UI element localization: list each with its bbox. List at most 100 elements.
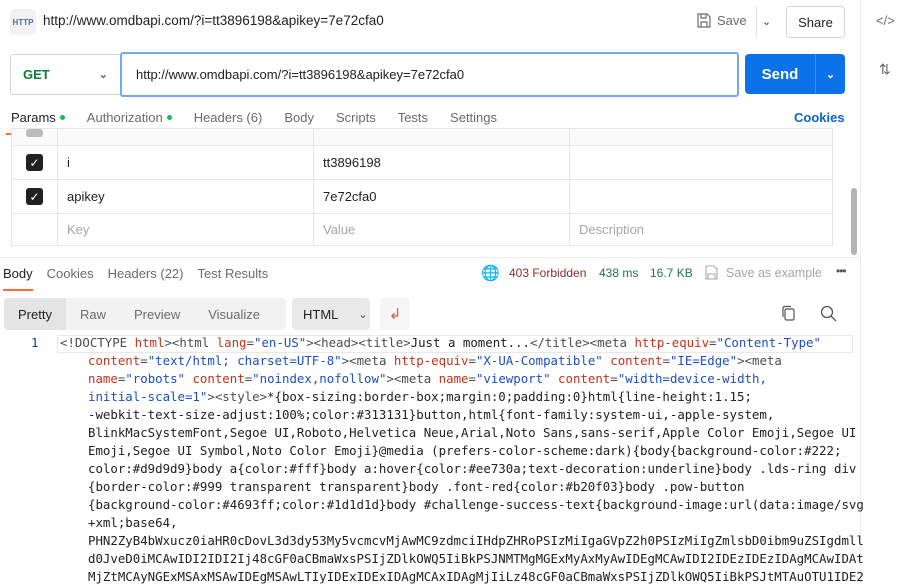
globe-lock-icon[interactable]: 🌐 [481, 264, 500, 282]
code-token-tag: ><meta [341, 353, 394, 368]
tab-tests[interactable]: Tests [398, 110, 428, 125]
tab-response-cookies[interactable]: Cookies [47, 266, 94, 281]
url-input[interactable]: http://www.omdbapi.com/?i=tt3896198&apik… [120, 52, 739, 97]
code-text: MjZtMCAyNGExMSAxMSAwIDEgMSAwLTIyIDExIDEx… [0, 569, 864, 584]
search-icon[interactable] [820, 305, 837, 322]
tab-label: Authorization [86, 110, 163, 125]
share-button[interactable]: Share [786, 6, 845, 38]
param-key[interactable]: i [58, 146, 314, 179]
code-line: PHN2ZyB4bWxucz0iaHR0cDovL3d3dy53My5vcmcv… [0, 532, 864, 550]
view-preview[interactable]: Preview [120, 298, 194, 330]
table-row: ✓ i tt3896198 [12, 145, 832, 179]
method-select[interactable]: GET ⌄ [10, 54, 122, 95]
code-snippet-icon[interactable]: </> [876, 13, 895, 28]
code-token-val: "Content-Type" [716, 335, 821, 350]
code-text: name="robots" content="noindex,nofollow"… [0, 371, 767, 386]
table-row: ✓ apikey 7e72cfa0 [12, 179, 832, 213]
tab-params[interactable]: Params [11, 110, 65, 125]
description-input[interactable]: Description [570, 214, 832, 245]
save-as-example-button[interactable]: Save as example [726, 266, 822, 280]
code-line: MjZtMCAyNGExMSAxMSAwIDEgMSAwLTIyIDExIDEx… [0, 568, 864, 586]
pane-divider[interactable] [0, 257, 860, 258]
param-value[interactable]: 7e72cfa0 [314, 180, 570, 213]
code-token-val: "robots" [125, 371, 185, 386]
code-token-attr: http-equiv [634, 335, 710, 350]
save-example-icon [705, 265, 718, 280]
view-raw[interactable]: Raw [66, 298, 120, 330]
code-token-tag: ><style> [207, 389, 268, 404]
code-line: {background-color:#4693ff;color:#1d1d1d}… [0, 496, 864, 514]
save-options-chevron-icon[interactable]: ⌄ [762, 15, 771, 28]
view-pretty[interactable]: Pretty [4, 298, 66, 330]
code-text: BlinkMacSystemFont,Segoe UI,Roboto,Helve… [0, 425, 856, 440]
view-visualize[interactable]: Visualize [194, 298, 274, 330]
code-text: PHN2ZyB4bWxucz0iaHR0cDovL3d3dy53My5vcmcv… [0, 533, 864, 548]
tab-authorization[interactable]: Authorization [87, 110, 172, 125]
code-token-attr: content [192, 371, 245, 386]
code-token-txt: +xml;base64, [88, 515, 178, 530]
response-time[interactable]: 438 ms [599, 266, 638, 280]
send-button[interactable]: Send ⌄ [745, 54, 845, 94]
tab-headers[interactable]: Headers (6) [194, 110, 263, 125]
tab-test-results[interactable]: Test Results [197, 266, 268, 281]
checkbox-checked[interactable]: ✓ [26, 154, 43, 171]
code-token-val: "text/html; charset=UTF-8" [147, 353, 342, 368]
code-line: BlinkMacSystemFont,Segoe UI,Roboto,Helve… [0, 424, 860, 442]
tab-label: Params [11, 110, 56, 125]
cookies-link[interactable]: Cookies [794, 110, 845, 125]
table-row-partial [12, 128, 832, 145]
code-line: -webkit-text-size-adjust:100%;color:#313… [0, 406, 860, 424]
status-code[interactable]: 403 Forbidden [509, 266, 586, 280]
code-token-attr: content [610, 353, 663, 368]
code-token-attr: content [558, 371, 611, 386]
tab-response-body[interactable]: Body [3, 266, 33, 281]
param-description[interactable] [570, 180, 832, 213]
cell [12, 214, 58, 245]
response-size[interactable]: 16.7 KB [650, 266, 693, 280]
request-title[interactable]: http://www.omdbapi.com/?i=tt3896198&apik… [43, 13, 384, 28]
value-input[interactable]: Value [314, 214, 570, 245]
format-select[interactable]: HTML ⌄ [292, 298, 370, 330]
scrollbar[interactable] [851, 188, 857, 255]
code-text: {border-color:#999 transparent transpare… [0, 479, 744, 494]
view-mode-switcher: Pretty Raw Preview Visualize [4, 298, 286, 330]
param-description[interactable] [570, 146, 832, 179]
code-token-tag: </title><meta [530, 335, 635, 350]
more-options-icon[interactable]: ••• [836, 264, 847, 278]
tab-settings[interactable]: Settings [450, 110, 497, 125]
code-line: Emoji,Segoe UI Symbol,Noto Color Emoji}@… [0, 442, 860, 460]
response-code-viewer[interactable]: 1 <!DOCTYPE html><html lang="en-US"><head… [0, 334, 864, 586]
send-options-chevron-icon[interactable]: ⌄ [815, 54, 845, 94]
code-token-txt: d0JveD0iMCAwIDI2IDI2Ij48cGF0aCBmaWxsPSIj… [88, 551, 864, 566]
code-token-tag: = [140, 353, 148, 368]
copy-icon[interactable] [781, 305, 797, 322]
code-line: d0JveD0iMCAwIDI2IDI2Ij48cGF0aCBmaWxsPSIj… [0, 550, 864, 568]
code-token-val: "X-UA-Compatible" [475, 353, 603, 368]
code-line: initial-scale=1"><style>*{box-sizing:bor… [0, 388, 860, 406]
code-token-tag: ><head><title> [306, 335, 411, 350]
code-text: <!DOCTYPE html><html lang="en-US"><head>… [0, 335, 821, 350]
related-requests-icon[interactable]: ⇅ [879, 61, 891, 78]
wrap-lines-icon[interactable]: ↲ [380, 298, 410, 330]
code-text: -webkit-text-size-adjust:100%;color:#313… [0, 407, 774, 422]
code-token-txt: Emoji,Segoe UI Symbol,Noto Color Emoji}@… [88, 443, 842, 458]
checkbox-checked[interactable]: ✓ [26, 188, 43, 205]
tab-response-headers[interactable]: Headers (22) [108, 266, 184, 281]
params-table: ✓ i tt3896198 ✓ apikey 7e72cfa0 Key Valu… [11, 128, 833, 246]
param-value[interactable]: tt3896198 [314, 146, 570, 179]
cell [58, 129, 314, 145]
tab-scripts[interactable]: Scripts [336, 110, 376, 125]
code-token-txt: {background-color:#4693ff;color:#1d1d1d}… [88, 497, 864, 512]
code-token-txt: color:#d9d9d9}body a{color:#fff}body a:h… [88, 461, 857, 476]
code-text: d0JveD0iMCAwIDI2IDI2Ij48cGF0aCBmaWxsPSIj… [0, 551, 864, 566]
code-line: +xml;base64, [0, 514, 860, 532]
tab-body[interactable]: Body [284, 110, 314, 125]
save-button[interactable]: Save [697, 13, 747, 28]
code-token-val: "IE=Edge" [669, 353, 738, 368]
floppy-icon [697, 13, 711, 28]
checkbox[interactable] [26, 129, 43, 137]
key-input[interactable]: Key [58, 214, 314, 245]
param-key[interactable]: apikey [58, 180, 314, 213]
code-token-tag: = [662, 353, 670, 368]
code-token-tag: ><meta [737, 353, 782, 368]
